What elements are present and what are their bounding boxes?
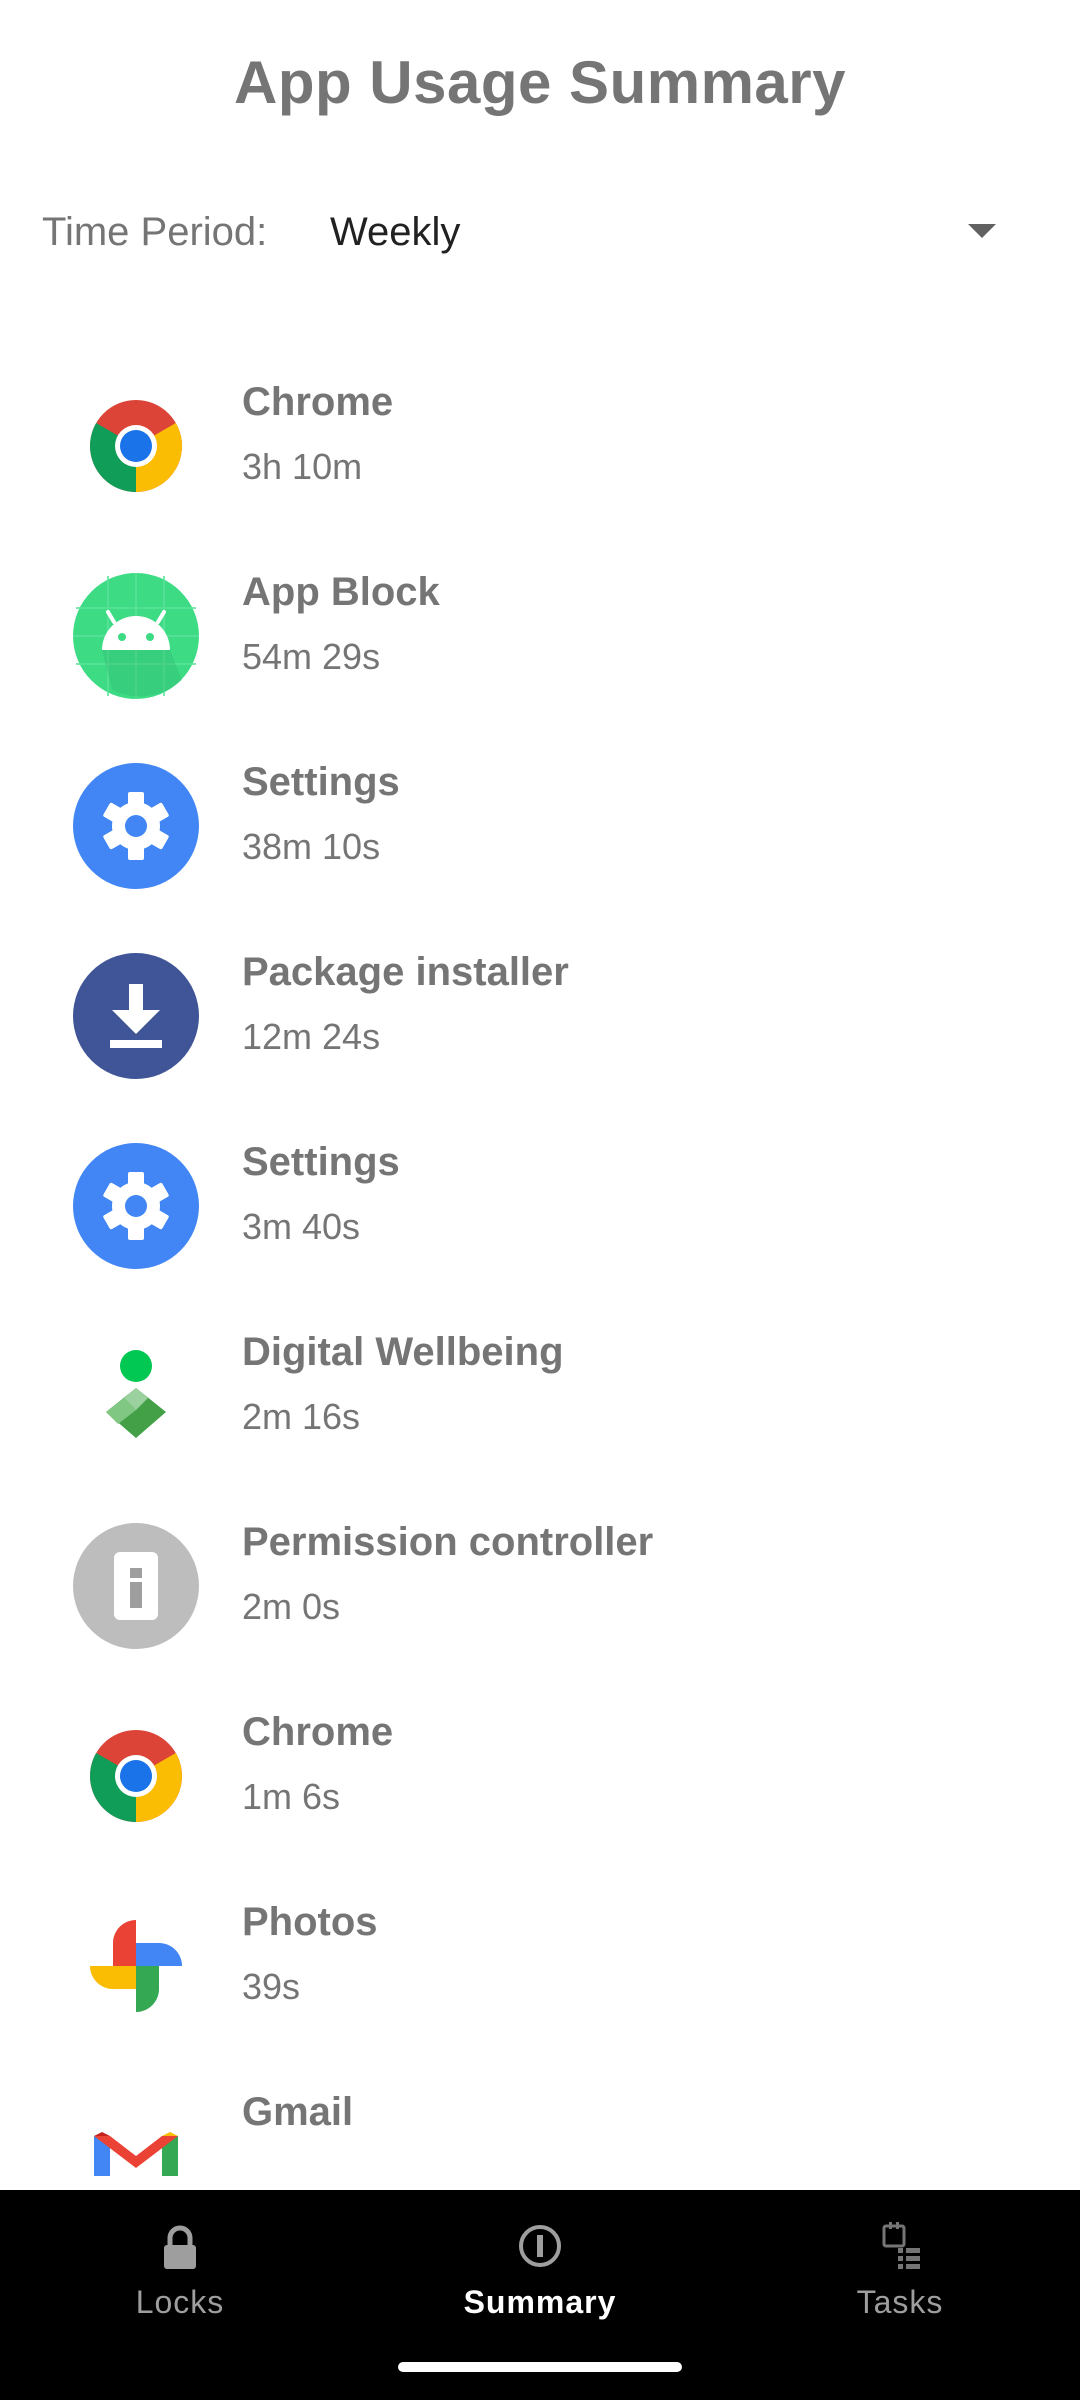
app-usage-time: 54m 29s: [242, 636, 381, 677]
time-period-dropdown[interactable]: Weekly: [330, 200, 1010, 270]
app-list-item[interactable]: Permission controller 2m 0s: [0, 1492, 1080, 1682]
app-name: Digital Wellbeing: [242, 1330, 564, 1374]
app-list-item[interactable]: Photos 39s: [0, 1872, 1080, 2062]
app-name: App Block: [242, 570, 440, 614]
app-name: Chrome: [242, 380, 394, 424]
nav-label: Locks: [135, 2284, 225, 2320]
app-usage-time: 2m 16s: [242, 1396, 361, 1437]
app-name: Gmail: [242, 2090, 354, 2134]
chrome-icon: [72, 1712, 200, 1840]
app-list-item[interactable]: Chrome 1m 6s: [0, 1682, 1080, 1872]
app-usage-time: 1m 6s: [242, 1776, 341, 1817]
summary-icon: [510, 2218, 570, 2278]
app-list-item[interactable]: Settings 3m 40s: [0, 1112, 1080, 1302]
app-usage-time: 3h 10m: [242, 446, 363, 487]
lock-icon: [150, 2218, 210, 2278]
app-name: Photos: [242, 1900, 378, 1944]
nav-label: Tasks: [856, 2284, 944, 2320]
app-name: Settings: [242, 1140, 400, 1184]
gear-icon: [72, 1142, 200, 1270]
photos-icon: [72, 1902, 200, 2030]
app-list-item[interactable]: App Block 54m 29s: [0, 542, 1080, 732]
tasks-icon: [870, 2218, 930, 2278]
app-list-item[interactable]: Chrome 3h 10m: [0, 352, 1080, 542]
gear-icon: [72, 762, 200, 890]
chrome-icon: [72, 382, 200, 510]
app-usage-list: Chrome 3h 10m App Block 54m 29s Settings…: [0, 352, 1080, 2252]
app-usage-time: 2m 0s: [242, 1586, 341, 1627]
download-icon: [72, 952, 200, 1080]
permission-icon: [72, 1522, 200, 1650]
nav-locks[interactable]: Locks: [0, 2190, 360, 2350]
page-title: App Usage Summary: [233, 49, 846, 116]
time-period-row: Time Period: Weekly: [0, 200, 1080, 270]
app-usage-time: 38m 10s: [242, 826, 381, 867]
app-name: Package installer: [242, 950, 569, 994]
dropdown-arrow-icon: [968, 224, 996, 238]
time-period-label: Time Period:: [42, 210, 268, 254]
nav-summary[interactable]: Summary: [360, 2190, 720, 2350]
nav-tasks[interactable]: Tasks: [720, 2190, 1080, 2350]
time-period-value: Weekly: [330, 210, 461, 254]
nav-label: Summary: [463, 2284, 617, 2320]
home-indicator[interactable]: [398, 2362, 682, 2372]
android-icon: [72, 572, 200, 700]
wellbeing-icon: [72, 1332, 200, 1460]
app-list-item[interactable]: Settings 38m 10s: [0, 732, 1080, 922]
app-list-item[interactable]: Package installer 12m 24s: [0, 922, 1080, 1112]
app-name: Permission controller: [242, 1520, 654, 1564]
app-name: Settings: [242, 760, 400, 804]
app-usage-time: 39s: [242, 1966, 301, 2007]
app-usage-time: 12m 24s: [242, 1016, 381, 1057]
app-list-item[interactable]: Digital Wellbeing 2m 16s: [0, 1302, 1080, 1492]
app-usage-time: 3m 40s: [242, 1206, 361, 1247]
app-name: Chrome: [242, 1710, 394, 1754]
